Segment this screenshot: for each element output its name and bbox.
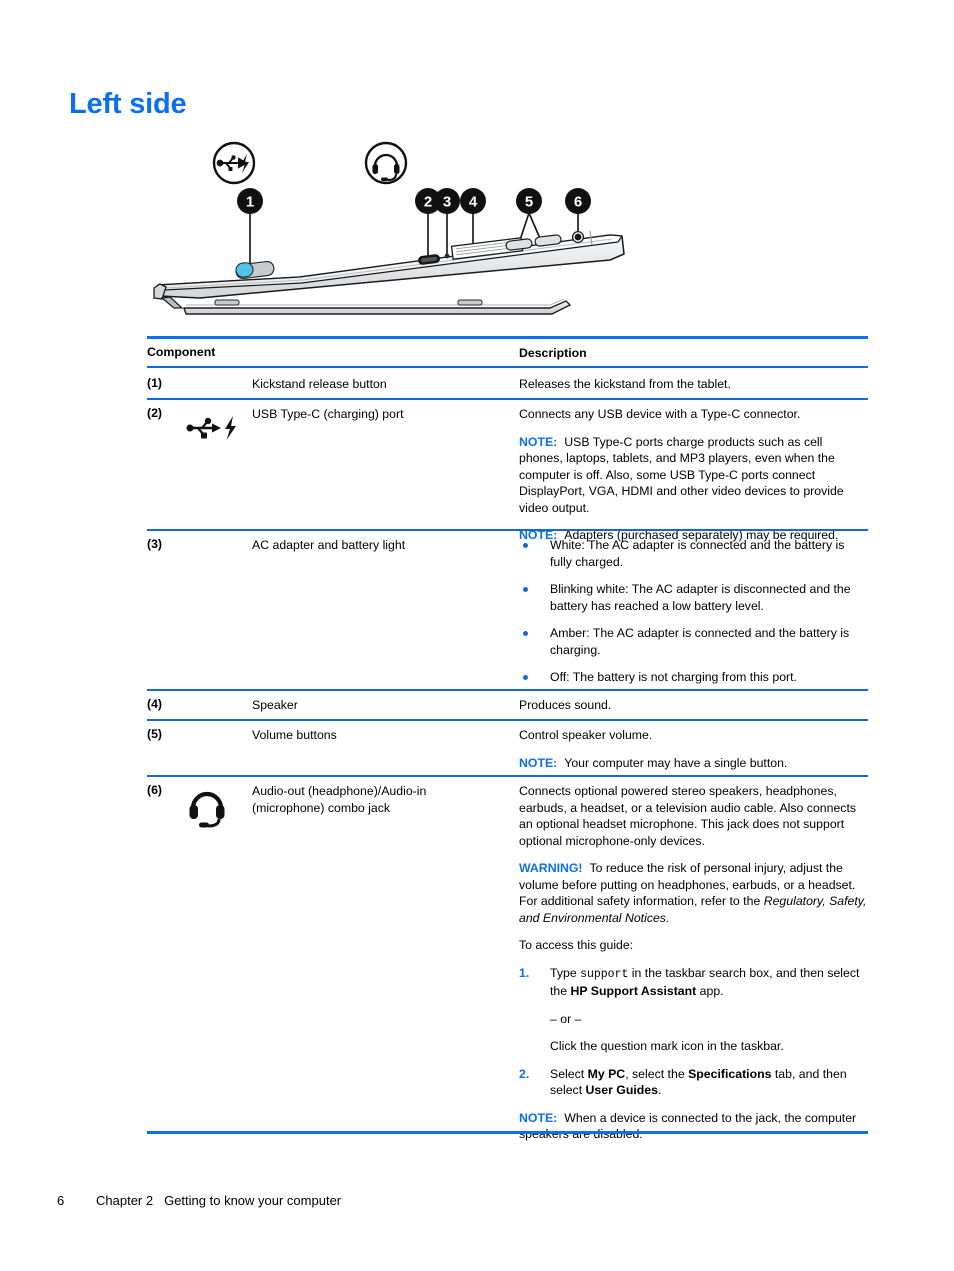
desc-intro: Control speaker volume. [519,728,653,742]
table-bottom-rule [147,1131,868,1134]
table-header-rule [147,366,868,368]
table-row-rule [147,775,868,777]
table-row-rule [147,719,868,721]
svg-text:4: 4 [469,194,478,211]
warning-label: WARNING! [519,861,583,875]
footer-page-number: 6 [57,1193,65,1208]
table-row-rule [147,398,868,400]
component-description: Control speaker volume. NOTE: Your comput… [519,727,867,771]
svg-text:5: 5 [525,194,533,211]
callout-bubbles: 1 2 3 4 5 6 [237,188,591,214]
step-text: Type [550,965,581,980]
document-page: Left side 1 2 3 4 5 6 Component Descript… [0,0,954,1271]
note-text: When a device is connected to the jack, … [519,1110,857,1142]
warning-paragraph: WARNING! To reduce the risk of personal i… [519,860,867,926]
component-description: Connects any USB device with a Type-C co… [519,406,867,544]
step-text: Select [550,1066,588,1081]
column-header-description: Description [519,346,587,360]
component-name: Volume buttons [252,728,337,742]
left-side-illustration: 1 2 3 4 5 6 [140,138,640,318]
component-name: Kickstand release button [252,377,387,391]
note-label: NOTE: [519,434,558,449]
audio-combo-jack [571,230,585,244]
note-paragraph: NOTE: Your computer may have a single but… [519,755,867,772]
row-number: (5) [147,727,163,741]
step-target-user-guides: User Guides [585,1083,658,1097]
headset-icon [185,783,251,833]
note-paragraph: NOTE: When a device is connected to the j… [519,1110,867,1143]
desc-intro: Connects any USB device with a Type-C co… [519,407,801,421]
row-number: (6) [147,783,163,797]
battery-light [444,253,450,259]
list-item: Off: The battery is not charging from th… [519,669,867,686]
usb-type-c-charging-icon-circled [212,141,256,185]
component-name: Speaker [252,698,298,712]
step-number: 2. [519,1066,530,1081]
list-item: Amber: The AC adapter is connected and t… [519,625,867,658]
note-text: Your computer may have a single button. [564,755,788,770]
svg-text:1: 1 [246,194,254,211]
component-description: Produces sound. [519,698,612,712]
note-label: NOTE: [519,755,558,770]
note-text: USB Type-C ports charge products such as… [519,434,844,515]
row-number: (4) [147,697,163,711]
step-alternative: Click the question mark icon in the task… [550,1039,784,1053]
step-text: . [658,1083,662,1097]
access-guide-intro: To access this guide: [519,938,634,952]
component-description: Connects optional powered stereo speaker… [519,783,867,1143]
headset-icon-circled [364,141,408,185]
list-item: Blinking white: The AC adapter is discon… [519,581,867,614]
step-number: 1. [519,965,530,980]
footer-chapter: Chapter 2 [96,1193,154,1208]
component-description: White: The AC adapter is connected and t… [519,537,867,686]
step-text: app. [696,984,724,998]
component-name: AC adapter and battery light [252,538,406,552]
svg-text:3: 3 [443,194,451,211]
list-item: 2. Select My PC, select the Specificatio… [519,1066,867,1099]
desc-intro: Connects optional powered stereo speaker… [519,784,857,848]
step-app-name: HP Support Assistant [570,984,697,998]
table-top-rule [147,336,868,339]
footer-chapter-title: Getting to know your computer [164,1193,342,1208]
access-guide-steps: 1. Type support in the taskbar search bo… [519,965,867,1099]
list-item: White: The AC adapter is connected and t… [519,537,867,570]
svg-text:6: 6 [574,194,582,211]
table-row-rule [147,529,868,531]
page-footer: 6 Chapter 2 Getting to know your computer [57,1193,341,1208]
row-number: (3) [147,537,163,551]
table-row-rule [147,689,868,691]
usb-type-c-charging-icon [185,406,251,447]
note-label: NOTE: [519,1110,558,1125]
row-number: (2) [147,406,163,420]
step-keyword: support [580,967,629,981]
step-target-specifications: Specifications [688,1066,772,1081]
or-separator: – or – [550,1011,582,1026]
component-name: USB Type-C (charging) port [252,407,404,421]
battery-light-state-list: White: The AC adapter is connected and t… [519,537,867,686]
kickstand-release-button [235,260,275,280]
note-paragraph: NOTE: USB Type-C ports charge products su… [519,434,867,517]
step-text: , select the [625,1066,689,1081]
column-header-component: Component [147,345,216,359]
row-number: (1) [147,376,163,390]
device-body [153,230,625,315]
step-target-mypc: My PC [587,1066,626,1081]
component-description: Releases the kickstand from the tablet. [519,377,731,391]
svg-text:2: 2 [424,194,432,211]
list-item: 1. Type support in the taskbar search bo… [519,965,867,1055]
component-name: Audio-out (headphone)/Audio-in (micropho… [252,784,427,815]
page-title: Left side [69,88,187,120]
